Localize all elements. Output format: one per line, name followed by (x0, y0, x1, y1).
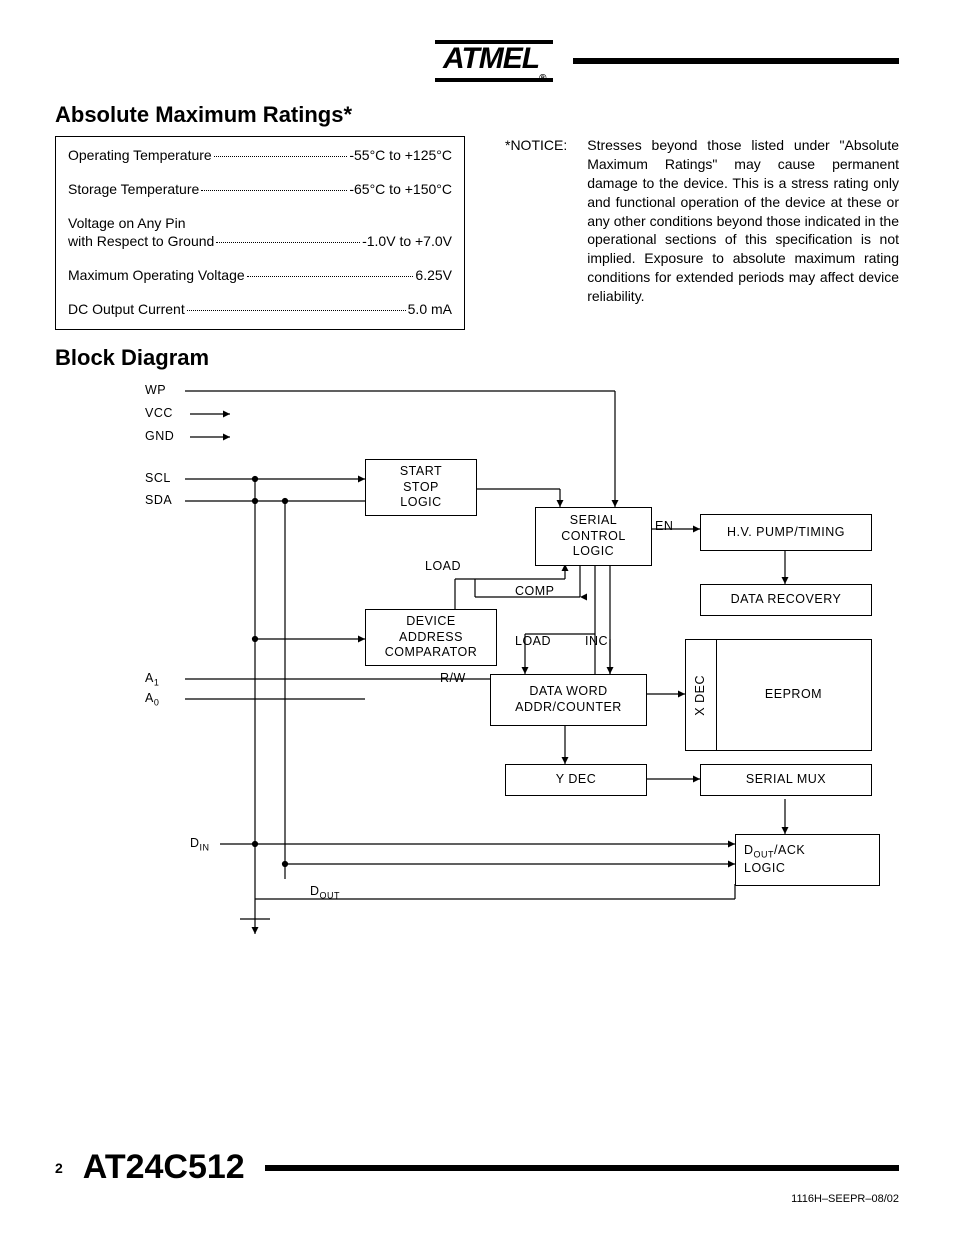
pin-scl: SCL (145, 471, 171, 485)
block-hv-pump: H.V. PUMP/TIMING (700, 514, 872, 551)
block-y-dec: Y DEC (505, 764, 647, 796)
rating-value: -1.0V to +7.0V (362, 233, 452, 249)
pin-wp: WP (145, 383, 166, 397)
rating-value: 6.25V (415, 267, 452, 283)
block-serial-mux: SERIAL MUX (700, 764, 872, 796)
atmel-logo: ATMEL® (435, 40, 553, 82)
registered-mark: ® (539, 73, 545, 84)
label-en: EN (655, 519, 673, 533)
ratings-table: Operating Temperature -55°C to +125°C St… (55, 136, 465, 330)
block-data-word-counter: DATA WORD ADDR/COUNTER (490, 674, 647, 726)
block-device-addr-comp: DEVICE ADDRESS COMPARATOR (365, 609, 497, 666)
part-number: AT24C512 (83, 1148, 245, 1187)
header-rule (573, 58, 899, 64)
block-data-recovery: DATA RECOVERY (700, 584, 872, 616)
rating-value: 5.0 mA (408, 301, 452, 317)
rating-label: Storage Temperature (68, 181, 199, 197)
pin-din: DIN (190, 836, 210, 853)
label-load: LOAD (425, 559, 461, 573)
rating-label: DC Output Current (68, 301, 185, 317)
label-rw: R/W (440, 671, 466, 685)
notice-block: *NOTICE: Stresses beyond those listed un… (505, 136, 899, 306)
logo-text: ATMEL (443, 42, 539, 75)
block-diagram-heading: Block Diagram (55, 345, 899, 371)
page-footer: 2 AT24C512 1116H–SEEPR–08/02 (55, 1148, 899, 1205)
label-inc: INC (585, 634, 608, 648)
block-x-dec: X DEC (685, 639, 717, 751)
block-eeprom: EEPROM (715, 639, 872, 751)
notice-label: *NOTICE: (505, 136, 567, 306)
rating-value: -55°C to +125°C (349, 147, 452, 163)
rating-row: Operating Temperature -55°C to +125°C (68, 147, 452, 163)
pin-sda: SDA (145, 493, 172, 507)
rating-value: -65°C to +150°C (349, 181, 452, 197)
footer-rule (265, 1165, 899, 1171)
block-serial-control: SERIAL CONTROL LOGIC (535, 507, 652, 566)
rating-row: Voltage on Any Pin with Respect to Groun… (68, 215, 452, 249)
pin-a0: A0 (145, 691, 159, 708)
label-load2: LOAD (515, 634, 551, 648)
label-comp: COMP (515, 584, 555, 598)
rating-label: Maximum Operating Voltage (68, 267, 245, 283)
rating-row: Storage Temperature -65°C to +150°C (68, 181, 452, 197)
block-dout-ack: DOUT/ACK LOGIC (735, 834, 880, 886)
rating-sublabel: with Respect to Ground (68, 233, 214, 249)
rating-label: Voltage on Any Pin (68, 215, 452, 231)
rating-row: Maximum Operating Voltage 6.25V (68, 267, 452, 283)
pin-gnd: GND (145, 429, 174, 443)
rating-row: DC Output Current 5.0 mA (68, 301, 452, 317)
pin-dout: DOUT (310, 884, 340, 901)
pin-vcc: VCC (145, 406, 173, 420)
block-start-stop: START STOP LOGIC (365, 459, 477, 516)
page-header: ATMEL® (55, 40, 899, 82)
notice-text: Stresses beyond those listed under "Abso… (587, 136, 899, 306)
block-diagram: WP VCC GND SCL SDA A1 A0 DIN DOUT START … (135, 379, 895, 949)
ratings-heading: Absolute Maximum Ratings* (55, 102, 899, 128)
page-number: 2 (55, 1160, 63, 1176)
rating-label: Operating Temperature (68, 147, 212, 163)
pin-a1: A1 (145, 671, 159, 688)
doc-code: 1116H–SEEPR–08/02 (55, 1193, 899, 1205)
